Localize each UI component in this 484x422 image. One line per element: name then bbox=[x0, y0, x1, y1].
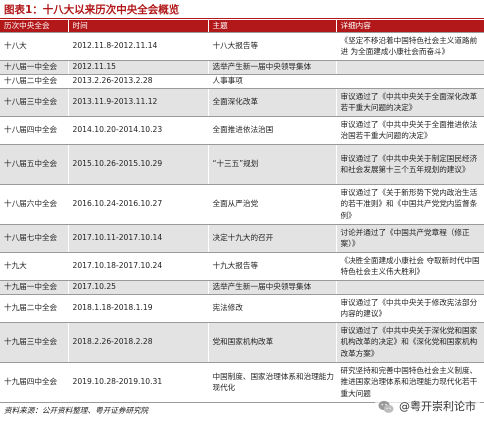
cell-session: 十九大 bbox=[0, 252, 68, 281]
header-theme: 主题 bbox=[207, 20, 336, 33]
figure-title: 图表1：十八大以来历次中央全会概览 bbox=[4, 4, 180, 16]
table-row: 十八届一中全会 2012.11.15 选举产生新一届中央领导集体 bbox=[0, 60, 484, 75]
cell-time: 2013.11.9-2013.11.12 bbox=[67, 88, 208, 117]
cell-theme: 全面从严治党 bbox=[207, 184, 336, 225]
cell-time: 2018.2.26-2018.2.28 bbox=[67, 322, 208, 363]
table-row: 十九届一中全会 2017.10.25 选举产生新一届中央领导集体 bbox=[0, 280, 484, 295]
cell-session: 十八届六中全会 bbox=[0, 184, 68, 225]
cell-theme: 决定十九大的召开 bbox=[207, 224, 336, 253]
cell-session: 十九届三中全会 bbox=[0, 322, 68, 363]
cell-theme: 十九大报告等 bbox=[207, 252, 336, 281]
table-row: 十九大 2017.10.18-2017.10.24 十九大报告等 《决胜全面建成… bbox=[0, 252, 484, 281]
cell-detail: 审议通过了《中共中央关于制定国民经济和社会发展第十三个五年规划的建议》 bbox=[335, 144, 484, 185]
cell-theme: 人事事项 bbox=[207, 74, 336, 89]
cell-detail: 审议通过了《关于新形势下党内政治生活的若干准则》和《中国共产党党内监督条例》 bbox=[335, 184, 484, 225]
cell-theme: 全面推进依法治国 bbox=[207, 116, 336, 145]
table-row: 十八届四中全会 2014.10.20-2014.10.23 全面推进依法治国 审… bbox=[0, 116, 484, 145]
header-detail: 详细内容 bbox=[335, 20, 484, 33]
cell-session: 十九届二中全会 bbox=[0, 294, 68, 323]
table-row: 十八届二中全会 2013.2.26-2013.2.28 人事事项 bbox=[0, 74, 484, 89]
table-row: 十八大 2012.11.8-2012.11.14 十八大报告等 《坚定不移沿着中… bbox=[0, 32, 484, 61]
table-row: 十八届六中全会 2016.10.24-2016.10.27 全面从严治党 审议通… bbox=[0, 184, 484, 225]
cell-theme: 选举产生新一届中央领导集体 bbox=[207, 60, 336, 75]
cell-theme: 十八大报告等 bbox=[207, 32, 336, 61]
cell-session: 十八届七中全会 bbox=[0, 224, 68, 253]
cell-detail: 《决胜全面建成小康社会 夺取新时代中国特色社会主义伟大胜利》 bbox=[335, 252, 484, 281]
cell-time: 2017.10.11-2017.10.14 bbox=[67, 224, 208, 253]
cell-time: 2013.2.26-2013.2.28 bbox=[67, 74, 208, 89]
table-row: 十八届七中全会 2017.10.11-2017.10.14 决定十九大的召开 讨… bbox=[0, 224, 484, 253]
cell-detail bbox=[335, 280, 484, 295]
header-session: 历次中央全会 bbox=[0, 20, 68, 33]
table-header-row: 历次中央全会 时间 主题 详细内容 bbox=[0, 20, 484, 33]
table-row: 十八届三中全会 2013.11.9-2013.11.12 全面深化改革 审议通过… bbox=[0, 88, 484, 117]
cell-theme: “十三五”规划 bbox=[207, 144, 336, 185]
table-row: 十八届五中全会 2015.10.26-2015.10.29 “十三五”规划 审议… bbox=[0, 144, 484, 185]
cell-time: 2018.1.18-2018.1.19 bbox=[67, 294, 208, 323]
cell-time: 2016.10.24-2016.10.27 bbox=[67, 184, 208, 225]
cell-theme: 全面深化改革 bbox=[207, 88, 336, 117]
header-time: 时间 bbox=[67, 20, 208, 33]
table-row: 十九届三中全会 2018.2.26-2018.2.28 党和国家机构改革 审议通… bbox=[0, 322, 484, 363]
cell-detail: 审议通过了《中共中央关于深化党和国家机构改革的决定》和《深化党和国家机构改革方案… bbox=[335, 322, 484, 363]
cell-detail bbox=[335, 74, 484, 89]
cell-detail: 《坚定不移沿着中国特色社会主义道路前进 为全面建成小康社会而奋斗》 bbox=[335, 32, 484, 61]
cell-theme: 选举产生新一届中央领导集体 bbox=[207, 280, 336, 295]
watermark: @粤开崇利论市 bbox=[375, 393, 480, 421]
watermark-text: @粤开崇利论市 bbox=[399, 400, 476, 413]
cell-time: 2017.10.25 bbox=[67, 280, 208, 295]
title-rule bbox=[0, 18, 484, 19]
sessions-table: 历次中央全会 时间 主题 详细内容 十八大 2012.11.8-2012.11.… bbox=[0, 20, 484, 403]
source-note: 资料来源：公开资料整理、粤开证券研究院 bbox=[4, 406, 149, 415]
cell-time: 2012.11.15 bbox=[67, 60, 208, 75]
cell-session: 十八大 bbox=[0, 32, 68, 61]
cell-time: 2012.11.8-2012.11.14 bbox=[67, 32, 208, 61]
cell-detail: 审议通过了《中共中央关于全面推进依法治国若干重大问题的决定》 bbox=[335, 116, 484, 145]
cell-session: 十九届四中全会 bbox=[0, 362, 68, 403]
cell-session: 十八届二中全会 bbox=[0, 74, 68, 89]
cell-time: 2014.10.20-2014.10.23 bbox=[67, 116, 208, 145]
cell-theme: 党和国家机构改革 bbox=[207, 322, 336, 363]
cell-session: 十八届一中全会 bbox=[0, 60, 68, 75]
cell-detail: 讨论并通过了《中国共产党章程（修正案）》 bbox=[335, 224, 484, 253]
cell-time: 2015.10.26-2015.10.29 bbox=[67, 144, 208, 185]
cell-session: 十九届一中全会 bbox=[0, 280, 68, 295]
wechat-icon bbox=[378, 400, 394, 413]
cell-detail: 审议通过了《中共中央关于全面深化改革若干重大问题的决定》 bbox=[335, 88, 484, 117]
cell-detail bbox=[335, 60, 484, 75]
cell-theme: 宪法修改 bbox=[207, 294, 336, 323]
table-row: 十九届二中全会 2018.1.18-2018.1.19 宪法修改 审议通过了《中… bbox=[0, 294, 484, 323]
cell-session: 十八届四中全会 bbox=[0, 116, 68, 145]
cell-detail: 审议通过了《中共中央关于修改宪法部分内容的建议》 bbox=[335, 294, 484, 323]
cell-theme: 中国制度、国家治理体系和治理能力现代化 bbox=[207, 362, 336, 403]
cell-session: 十八届五中全会 bbox=[0, 144, 68, 185]
cell-time: 2017.10.18-2017.10.24 bbox=[67, 252, 208, 281]
cell-time: 2019.10.28-2019.10.31 bbox=[67, 362, 208, 403]
cell-session: 十八届三中全会 bbox=[0, 88, 68, 117]
